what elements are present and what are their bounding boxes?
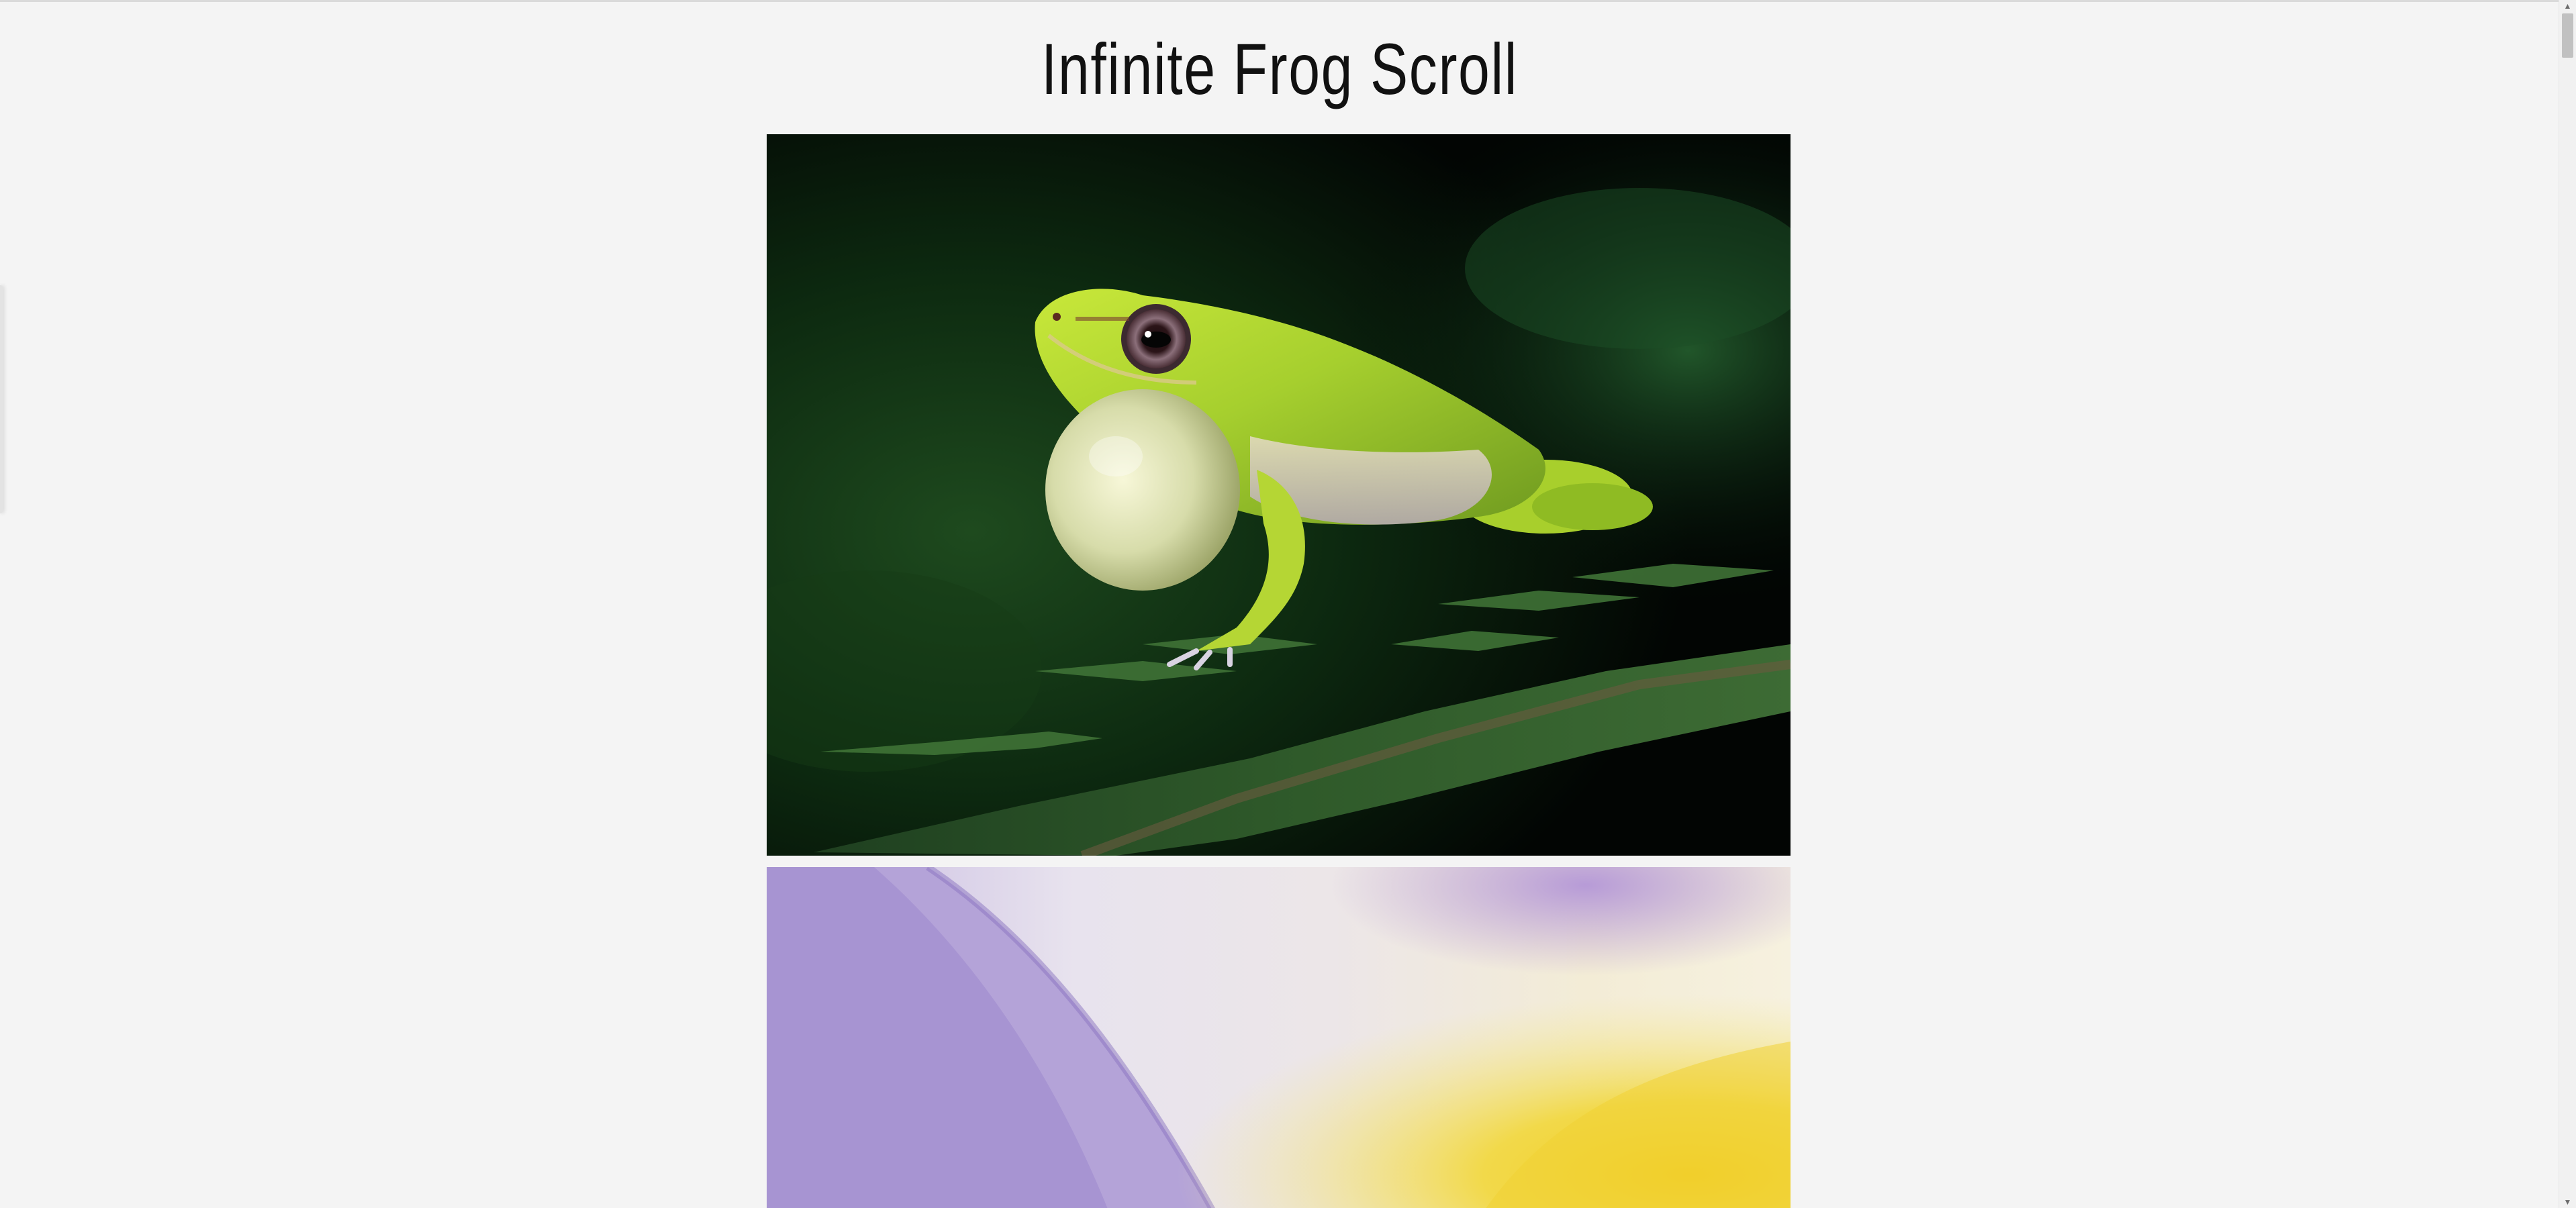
scroll-up-icon[interactable]: ▲ xyxy=(2559,0,2576,12)
frog-photo-icon xyxy=(767,134,1791,856)
page: Infinite Frog Scroll ▲ ▼ xyxy=(0,0,2576,1208)
side-drawer-handle[interactable] xyxy=(0,285,3,513)
scroll-thumb[interactable] xyxy=(2562,13,2573,58)
flower-photo-icon xyxy=(767,867,1791,1208)
feed-image-frog xyxy=(767,134,1791,856)
page-title: Infinite Frog Scroll xyxy=(1041,28,1519,109)
feed-image-flower xyxy=(767,867,1791,1208)
top-divider xyxy=(0,0,2559,2)
image-feed[interactable] xyxy=(767,134,1791,1208)
scroll-down-icon[interactable]: ▼ xyxy=(2559,1196,2576,1208)
vertical-scrollbar[interactable]: ▲ ▼ xyxy=(2559,0,2576,1208)
